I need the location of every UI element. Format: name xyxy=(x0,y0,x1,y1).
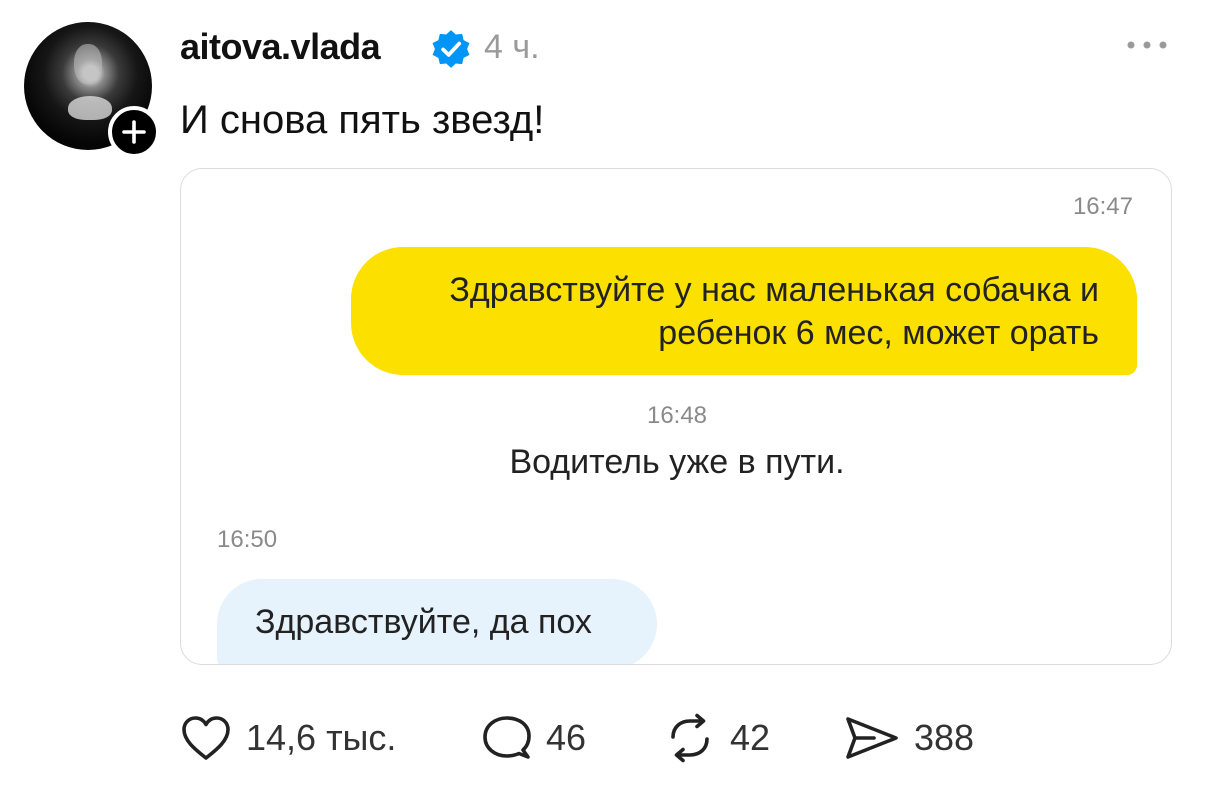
follow-button[interactable] xyxy=(108,106,160,158)
share-icon xyxy=(846,717,898,759)
username[interactable]: aitova.vlada xyxy=(180,26,381,68)
repost-button[interactable]: 42 xyxy=(664,710,770,766)
chat-screenshot-image[interactable]: 16:47 Здравствуйте у нас маленькая собач… xyxy=(180,168,1172,665)
message-timestamp: 16:50 xyxy=(217,526,278,553)
comment-button[interactable]: 46 xyxy=(482,710,586,766)
outgoing-message-bubble: Здравствуйте у нас маленькая собачка и р… xyxy=(351,247,1137,375)
verified-icon xyxy=(432,30,470,68)
system-message: Водитель уже в пути. xyxy=(509,443,845,481)
comment-icon xyxy=(483,716,531,759)
like-button[interactable]: 14,6 тыс. xyxy=(180,710,396,766)
post-actions-bar: 14,6 тыс. 46 42 388 xyxy=(180,710,1080,766)
repost-count: 42 xyxy=(730,717,771,758)
post-time: 4 ч. xyxy=(484,28,540,66)
message-timestamp: 16:47 xyxy=(1072,193,1133,220)
message-timestamp: 16:48 xyxy=(646,402,708,429)
more-icon[interactable] xyxy=(1124,32,1170,58)
follow-plus-icon xyxy=(122,120,146,144)
incoming-message-bubble: Здравствуйте, да пох xyxy=(217,579,657,664)
comment-count: 46 xyxy=(546,717,587,758)
share-count: 388 xyxy=(914,717,975,758)
heart-icon xyxy=(182,716,230,760)
post-text: И снова пять звезд! xyxy=(180,98,545,142)
like-count: 14,6 тыс. xyxy=(246,717,397,758)
author-avatar-container[interactable] xyxy=(24,22,160,158)
repost-icon xyxy=(671,713,709,763)
share-button[interactable]: 388 xyxy=(844,710,974,766)
